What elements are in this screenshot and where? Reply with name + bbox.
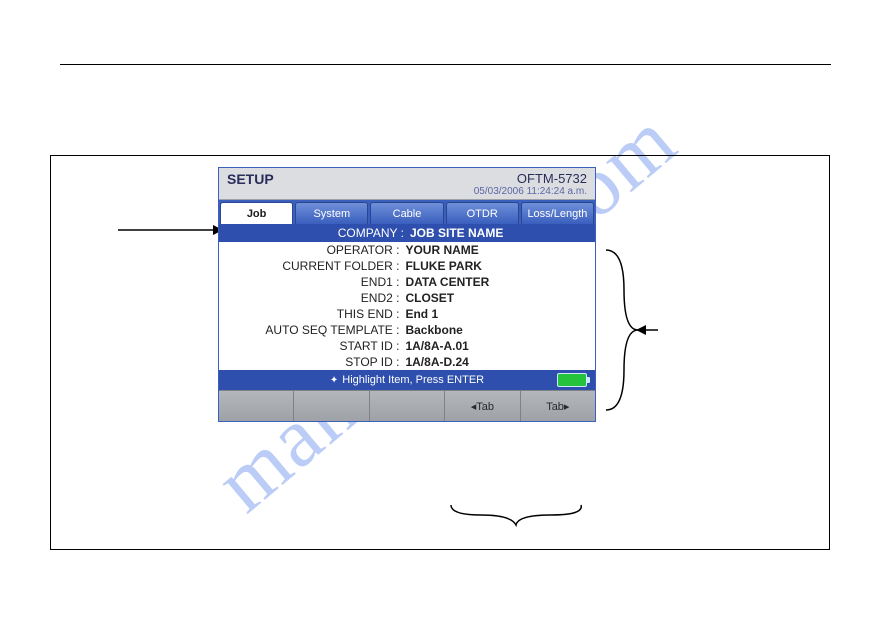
tab-loss-length[interactable]: Loss/Length — [521, 202, 594, 224]
tab-system[interactable]: System — [295, 202, 368, 224]
soft-button-2[interactable] — [294, 391, 369, 421]
end2-row[interactable]: END2 : CLOSET — [219, 290, 595, 306]
soft-button-tab-next[interactable]: Tab▸ — [521, 391, 595, 421]
tab-otdr[interactable]: OTDR — [446, 202, 519, 224]
company-label: COMPANY : — [224, 226, 404, 240]
this-end-row[interactable]: THIS END : End 1 — [219, 306, 595, 322]
stop-id-row[interactable]: STOP ID : 1A/8A-D.24 — [219, 354, 595, 370]
hint-text: Highlight Item, Press ENTER — [342, 374, 484, 386]
content-area: COMPANY : JOB SITE NAME OPERATOR : YOUR … — [219, 224, 595, 370]
device-model: OFTM-5732 — [474, 171, 587, 186]
device-screen: SETUP OFTM-5732 05/03/2006 11:24:24 a.m.… — [218, 167, 596, 422]
operator-row[interactable]: OPERATOR : YOUR NAME — [219, 242, 595, 258]
device-datetime: 05/03/2006 11:24:24 a.m. — [474, 186, 587, 197]
tab-bar: Job System Cable OTDR Loss/Length — [219, 200, 595, 224]
auto-seq-template-row[interactable]: AUTO SEQ TEMPLATE : Backbone — [219, 322, 595, 338]
soft-button-1[interactable] — [219, 391, 294, 421]
hint-bar: ✦ Highlight Item, Press ENTER — [219, 370, 595, 390]
highlight-icon: ✦ — [330, 375, 338, 386]
tab-job[interactable]: Job — [220, 202, 293, 224]
device-header: SETUP OFTM-5732 05/03/2006 11:24:24 a.m. — [219, 168, 595, 200]
current-folder-row[interactable]: CURRENT FOLDER : FLUKE PARK — [219, 258, 595, 274]
soft-button-bar: ◂Tab Tab▸ — [219, 390, 595, 421]
tab-cable[interactable]: Cable — [370, 202, 443, 224]
selected-field-row[interactable]: COMPANY : JOB SITE NAME — [219, 224, 595, 242]
screen-title: SETUP — [227, 171, 274, 187]
soft-button-3[interactable] — [370, 391, 445, 421]
start-id-row[interactable]: START ID : 1A/8A-A.01 — [219, 338, 595, 354]
end1-row[interactable]: END1 : DATA CENTER — [219, 274, 595, 290]
company-value: JOB SITE NAME — [410, 226, 590, 240]
soft-button-tab-prev[interactable]: ◂Tab — [445, 391, 520, 421]
battery-icon — [557, 373, 587, 387]
